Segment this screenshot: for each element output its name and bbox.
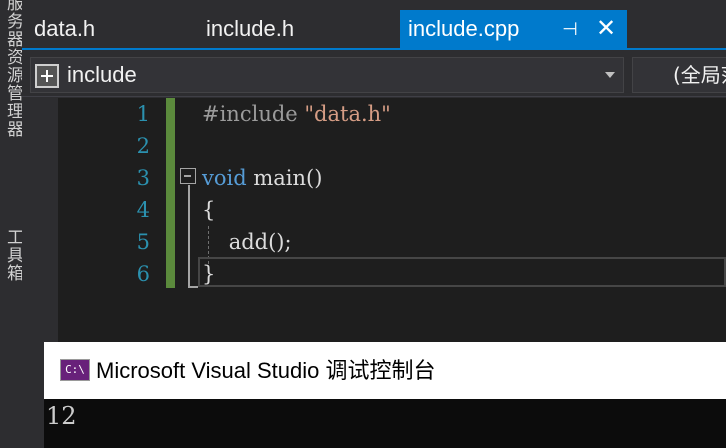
tab-include-h[interactable]: include.h — [206, 10, 294, 48]
open-brace: { — [202, 198, 216, 222]
code-editor[interactable]: 1 2 3 4 5 6 #include "data.h" void main(… — [22, 98, 726, 342]
code-line-1[interactable]: #include "data.h" — [202, 98, 391, 130]
code-line-3[interactable]: void main() — [202, 162, 322, 194]
line-number: 3 — [136, 166, 150, 190]
editor-left-margin — [22, 98, 58, 342]
outline-line — [188, 185, 190, 287]
project-scope-label: include — [67, 62, 137, 87]
function-call: add(); — [202, 230, 292, 254]
code-line-6[interactable]: } — [202, 258, 215, 290]
include-path-string: "data.h" — [304, 102, 391, 126]
current-line-highlight — [198, 257, 726, 287]
collapse-icon[interactable] — [180, 168, 196, 184]
function-signature: main() — [246, 166, 323, 190]
document-tab-bar: data.h include.h include.cpp ⊣ ✕ — [22, 0, 726, 50]
side-tool-strip: 服务器资源管理器 工具箱 — [0, 0, 22, 448]
console-window-title: Microsoft Visual Studio 调试控制台 — [96, 358, 436, 383]
code-line-4[interactable]: { — [202, 194, 215, 226]
line-number: 1 — [136, 102, 150, 126]
outline-line-end — [188, 286, 198, 288]
server-explorer-tab[interactable]: 服务器资源管理器 — [1, 0, 22, 138]
pin-icon[interactable]: ⊣ — [559, 10, 581, 48]
member-scope-label: (全局范围) — [673, 63, 726, 87]
project-icon — [35, 64, 59, 88]
line-number: 2 — [136, 134, 150, 158]
preprocessor-directive: #include — [202, 102, 305, 126]
close-icon[interactable]: ✕ — [594, 10, 618, 48]
keyword: void — [202, 166, 247, 190]
debug-console-titlebar[interactable]: C:\ Microsoft Visual Studio 调试控制台 — [44, 342, 726, 399]
tab-label: include.h — [206, 16, 295, 41]
project-scope-dropdown[interactable]: include — [30, 57, 624, 93]
member-scope-dropdown[interactable]: (全局范围) — [632, 57, 726, 93]
chevron-down-icon — [605, 72, 615, 78]
console-output-text: 12 — [46, 402, 77, 430]
tab-include-cpp[interactable]: include.cpp ⊣ ✕ — [400, 10, 627, 48]
tab-label: include.cpp — [408, 16, 520, 41]
toolbox-tab[interactable]: 工具箱 — [1, 228, 22, 282]
debug-console-output[interactable]: 12 — [44, 399, 726, 448]
line-number: 5 — [136, 230, 150, 254]
close-brace: } — [202, 262, 216, 286]
line-number: 6 — [136, 262, 150, 286]
navigation-bar: include (全局范围) — [22, 52, 726, 97]
code-line-5[interactable]: add(); — [202, 226, 292, 258]
tab-data-h[interactable]: data.h — [34, 10, 95, 48]
line-number: 4 — [136, 198, 150, 222]
tab-label: data.h — [34, 16, 96, 41]
change-indicator-bar — [166, 98, 175, 288]
console-app-icon: C:\ — [60, 359, 90, 381]
